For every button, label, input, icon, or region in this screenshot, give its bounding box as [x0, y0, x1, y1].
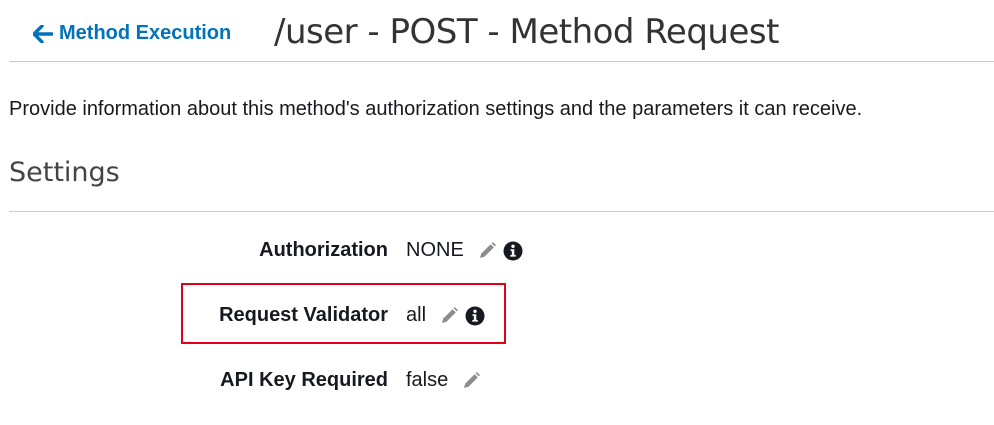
pencil-icon[interactable] — [461, 371, 481, 391]
header-divider — [9, 61, 994, 62]
authorization-label: Authorization — [259, 239, 388, 261]
page-title: /user - POST - Method Request — [274, 12, 779, 52]
page-description: Provide information about this method's … — [9, 98, 863, 120]
page-header: Method Execution /user - POST - Method R… — [0, 0, 994, 62]
api-key-required-label: API Key Required — [220, 369, 388, 391]
request-validator-highlight — [181, 283, 506, 344]
back-to-method-execution-link[interactable]: Method Execution — [33, 22, 231, 45]
back-link-label[interactable]: Method Execution — [59, 22, 231, 45]
info-circle-icon[interactable] — [503, 241, 523, 261]
settings-divider — [9, 211, 994, 212]
api-key-required-value: false — [406, 369, 449, 391]
arrow-left-icon — [33, 24, 53, 43]
settings-section-title: Settings — [9, 157, 120, 188]
authorization-value: NONE — [406, 239, 464, 261]
pencil-icon[interactable] — [477, 241, 497, 261]
api-key-required-value-group: false — [406, 369, 481, 392]
setting-row-authorization: Authorization NONE — [0, 236, 994, 266]
authorization-value-group: NONE — [406, 239, 523, 262]
setting-row-api-key-required: API Key Required false — [0, 366, 994, 396]
